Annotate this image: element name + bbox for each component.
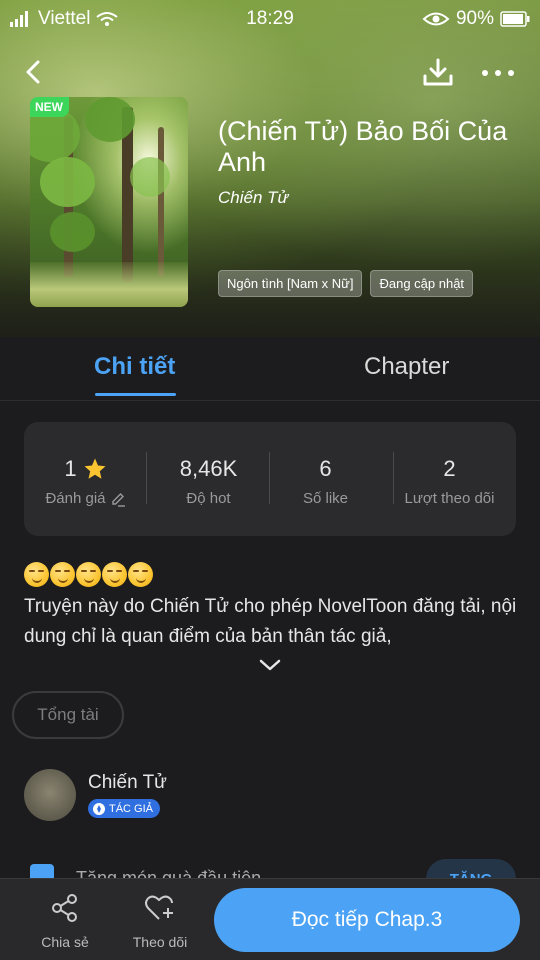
smirk-emoji-icon (50, 562, 75, 587)
more-button[interactable] (478, 54, 520, 90)
more-dots-icon (482, 70, 514, 76)
rating-label: Đánh giá (45, 490, 106, 507)
hot-value: 8,46K (179, 456, 238, 481)
smirk-emoji-icon (102, 562, 127, 587)
follow-button[interactable]: Theo dõi (125, 893, 195, 950)
emoji-row (24, 562, 153, 587)
hot-label: Độ hot (186, 490, 231, 507)
likes-value: 6 (319, 456, 332, 481)
author-avatar[interactable] (24, 769, 76, 821)
chevron-down-icon (259, 659, 281, 671)
keyword-tag-button[interactable]: Tổng tài (12, 691, 124, 739)
book-cover[interactable]: NEW (30, 97, 188, 307)
smirk-emoji-icon (76, 562, 101, 587)
share-icon (52, 894, 77, 922)
status-tag: Đang cập nhật (370, 270, 474, 297)
share-label: Chia sẻ (41, 934, 89, 950)
rating-value: 1 (64, 456, 77, 481)
share-button[interactable]: Chia sẻ (30, 893, 100, 950)
stats-card: 1 Đánh giá 8,46K Độ hot 6 Số like 2 Lượt… (24, 422, 516, 536)
smirk-emoji-icon (128, 562, 153, 587)
smirk-emoji-icon (24, 562, 49, 587)
author-badge-label: TÁC GIẢ (109, 802, 154, 815)
edit-icon (111, 492, 125, 507)
download-button[interactable] (418, 54, 458, 90)
stat-rating[interactable]: 1 Đánh giá (24, 456, 147, 507)
stat-likes: 6 Số like (264, 456, 387, 507)
followers-value: 2 (443, 456, 456, 481)
top-nav (0, 50, 540, 94)
book-author[interactable]: Chiến Tử (218, 188, 288, 208)
new-badge: NEW (30, 97, 69, 117)
expand-description-button[interactable] (258, 656, 282, 674)
author-badge: TÁC GIẢ (88, 799, 161, 818)
tag-list: Ngôn tình [Nam x Nữ] Đang cập nhật (218, 270, 474, 297)
heart-plus-icon (145, 895, 173, 920)
stat-hot: 8,46K Độ hot (147, 456, 270, 507)
battery-percent: 90% (455, 8, 494, 29)
author-name[interactable]: Chiến Tử (88, 772, 167, 794)
follow-label: Theo dõi (132, 934, 188, 950)
genre-tag[interactable]: Ngôn tình [Nam x Nữ] (218, 270, 363, 297)
tab-bar: Chi tiết Chapter (0, 337, 540, 401)
star-icon (84, 458, 106, 479)
likes-label: Số like (302, 490, 349, 507)
continue-reading-button[interactable]: Đọc tiếp Chap.3 (214, 888, 520, 952)
description-text: Truyện này do Chiến Tử cho phép NovelToo… (24, 596, 517, 647)
back-button[interactable] (18, 54, 52, 90)
active-tab-indicator (95, 393, 176, 396)
bottom-bar: Chia sẻ Theo dõi Đọc tiếp Chap.3 (0, 878, 540, 960)
battery-icon (500, 11, 530, 27)
status-bar: Viettel 18:29 90% (0, 0, 540, 38)
download-icon (423, 58, 453, 86)
eye-icon (422, 12, 450, 26)
chevron-left-icon (26, 60, 40, 84)
book-title: (Chiến Tử) Bảo Bối Của Anh (218, 116, 508, 177)
tab-chapter[interactable]: Chapter (364, 353, 449, 381)
tab-detail[interactable]: Chi tiết (94, 353, 175, 381)
author-badge-icon (93, 802, 105, 815)
stat-followers: 2 Lượt theo dõi (388, 456, 511, 507)
followers-label: Lượt theo dõi (404, 490, 495, 507)
